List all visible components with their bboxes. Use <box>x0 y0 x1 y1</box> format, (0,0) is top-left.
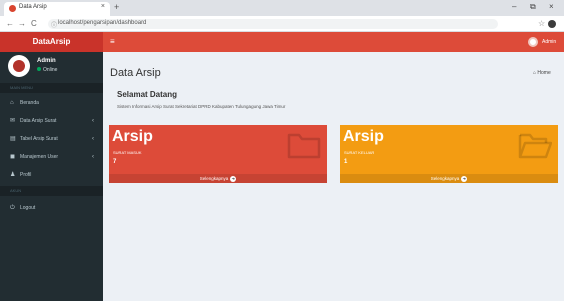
welcome-title: Selamat Datang <box>117 90 178 99</box>
home-icon: ⌂ <box>10 100 14 106</box>
box-footer-label: Selengkapnya <box>430 176 460 181</box>
sidebar-item-label: Tabel Arsip Surat <box>20 136 58 142</box>
folder-open-icon <box>518 133 552 159</box>
browser-tab-bar: Data Arsip × + – ⧉ × <box>0 0 564 16</box>
sidebar-item-manajemen-user[interactable]: ◼ Manajemen User ‹ <box>0 148 103 166</box>
online-dot-icon <box>37 67 41 71</box>
surat-masuk-box: Arsip SURAT MASUK 7 Selengkapnya ➜ <box>109 125 327 183</box>
avatar-emblem <box>13 60 25 72</box>
browser-tab[interactable]: Data Arsip × <box>4 2 110 16</box>
sidebar-item-label: Beranda <box>20 100 39 106</box>
table-icon: ▤ <box>10 136 16 142</box>
sidebar-header-account: AKUN <box>0 186 103 196</box>
users-icon: ◼ <box>10 154 15 160</box>
chevron-left-icon: ‹ <box>92 154 94 160</box>
reload-icon[interactable]: C <box>31 19 37 28</box>
site-info-icon[interactable]: ⓘ <box>51 20 57 29</box>
new-tab-icon[interactable]: + <box>114 2 119 12</box>
sidebar-item-label: Logout <box>20 205 36 211</box>
box-count: 7 <box>113 159 117 165</box>
box-subtitle: SURAT KELUAR <box>344 150 375 155</box>
box-subtitle: SURAT MASUK <box>113 150 142 155</box>
chevron-left-icon: ‹ <box>92 118 94 124</box>
box-footer-link[interactable]: Selengkapnya ➜ <box>109 174 327 183</box>
sidebar-item-label: Data Arsip Surat <box>20 118 57 124</box>
welcome-text: Sistem Informasi Arsip Surat Sekretariat… <box>117 104 286 109</box>
sidebar-header-main: MAIN MENU <box>0 83 103 93</box>
header-avatar[interactable] <box>528 37 538 47</box>
welcome-box: Selamat Datang Sistem Informasi Arsip Su… <box>110 85 557 121</box>
back-icon[interactable]: ← <box>6 19 14 28</box>
box-count: 1 <box>344 159 348 165</box>
favicon-icon <box>9 5 16 12</box>
minimize-icon[interactable]: – <box>512 2 516 12</box>
sidebar-item-label: Manajemen User <box>20 154 59 160</box>
sidebar: Admin Online MAIN MENU ⌂ Beranda ✉ Data … <box>0 52 103 301</box>
box-footer-link[interactable]: Selengkapnya ➜ <box>340 174 558 183</box>
close-window-icon[interactable]: × <box>549 2 554 12</box>
url-text: localhost/pengarsipan/dashboard <box>58 20 147 26</box>
arrow-circle-right-icon: ➜ <box>230 175 237 182</box>
mail-icon: ✉ <box>10 118 16 124</box>
sidebar-user-name: Admin <box>37 58 56 64</box>
app-logo[interactable]: DataArsip <box>0 37 103 46</box>
box-footer-label: Selengkapnya <box>199 176 229 181</box>
box-title: Arsip <box>112 128 153 145</box>
sidebar-item-profil[interactable]: ♟ Profil <box>0 166 103 184</box>
tab-title: Data Arsip <box>19 4 47 10</box>
user-panel: Admin Online <box>0 52 103 82</box>
sidebar-item-logout[interactable]: ⏻ Logout <box>0 199 103 217</box>
avatar <box>8 55 30 77</box>
chevron-left-icon: ‹ <box>92 136 94 142</box>
bookmark-star-icon[interactable]: ☆ <box>538 19 545 28</box>
surat-keluar-box: Arsip SURAT KELUAR 1 Selengkapnya ➜ <box>340 125 558 183</box>
folder-icon <box>287 133 321 159</box>
sidebar-user-status: Online <box>37 67 57 73</box>
tab-close-icon[interactable]: × <box>101 3 105 10</box>
box-title: Arsip <box>343 128 384 145</box>
address-bar: ← → C ⓘ localhost/pengarsipan/dashboard … <box>0 16 564 32</box>
sidebar-item-tabel-arsip-surat[interactable]: ▤ Tabel Arsip Surat ‹ <box>0 130 103 148</box>
app-header: ≡ Admin <box>103 32 564 52</box>
menu-toggle-icon[interactable]: ≡ <box>110 37 115 46</box>
status-label: Online <box>43 67 58 73</box>
logo-area[interactable]: DataArsip <box>0 32 103 52</box>
header-user-name[interactable]: Admin <box>542 39 556 45</box>
sidebar-item-label: Profil <box>20 172 32 178</box>
forward-icon[interactable]: → <box>18 19 26 28</box>
page-title: Data Arsip <box>110 67 161 79</box>
url-input[interactable]: ⓘ localhost/pengarsipan/dashboard <box>48 19 498 29</box>
sidebar-item-beranda[interactable]: ⌂ Beranda <box>0 94 103 112</box>
sidebar-item-data-arsip-surat[interactable]: ✉ Data Arsip Surat ‹ <box>0 112 103 130</box>
maximize-icon[interactable]: ⧉ <box>530 2 536 12</box>
profile-icon[interactable] <box>548 20 556 28</box>
power-icon: ⏻ <box>10 205 15 211</box>
breadcrumb[interactable]: ⌂ Home <box>533 70 551 76</box>
user-icon: ♟ <box>10 172 16 178</box>
arrow-circle-right-icon: ➜ <box>461 175 468 182</box>
main-content: Data Arsip ⌂ Home Selamat Datang Sistem … <box>103 52 564 301</box>
